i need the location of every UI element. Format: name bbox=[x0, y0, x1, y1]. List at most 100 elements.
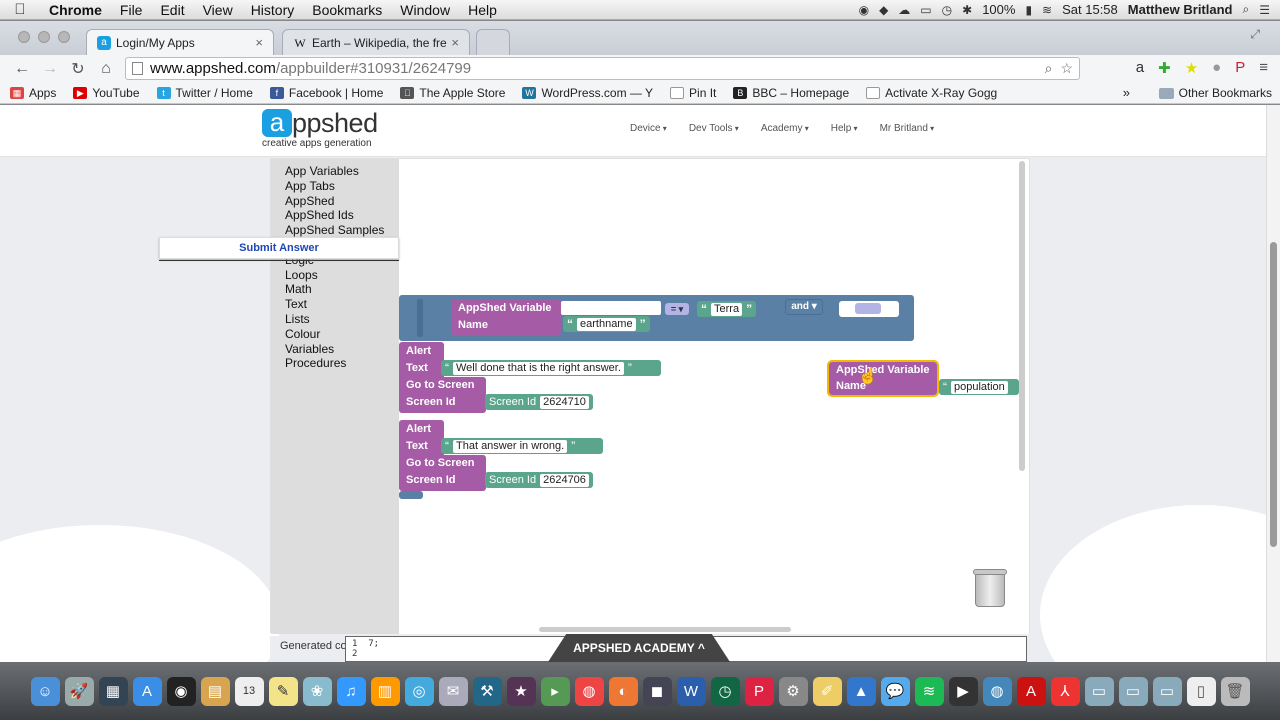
text-block-terra[interactable]: “ Terra” bbox=[697, 301, 757, 317]
keynote-icon[interactable]: ▲ bbox=[846, 676, 876, 706]
documents-folder-icon[interactable]: ▭ bbox=[1118, 676, 1148, 706]
screen-id-value[interactable]: 2624706 bbox=[540, 473, 589, 487]
text-block-wrong-answer[interactable]: “ That answer in wrong.” bbox=[441, 438, 603, 454]
file-icon[interactable]: ▯ bbox=[1186, 676, 1216, 706]
toolbox-lists[interactable]: Lists bbox=[271, 312, 399, 327]
chrome-menu-icon[interactable]: ≡ bbox=[1259, 59, 1268, 77]
toolbox-colour[interactable]: Colour bbox=[271, 327, 399, 342]
dropbox-icon[interactable]: ◆ bbox=[879, 3, 888, 17]
bookmark-twitter[interactable]: t Twitter / Home bbox=[156, 86, 253, 100]
nav-dev-tools[interactable]: Dev Tools bbox=[689, 123, 739, 134]
downloads-folder-icon[interactable]: ▭ bbox=[1084, 676, 1114, 706]
menu-history[interactable]: History bbox=[242, 2, 304, 18]
safari-icon[interactable]: ◎ bbox=[404, 676, 434, 706]
user-profile-icon[interactable]: ● bbox=[1212, 59, 1221, 77]
menu-help[interactable]: Help bbox=[459, 2, 506, 18]
text-value[interactable]: Terra bbox=[711, 302, 743, 316]
word-icon[interactable]: W bbox=[676, 676, 706, 706]
alert-block[interactable]: Alert Text bbox=[399, 342, 444, 382]
back-arrow-icon[interactable]: ← bbox=[8, 60, 36, 78]
dashboard-icon[interactable]: ◉ bbox=[166, 676, 196, 706]
pages-icon[interactable]: ✐ bbox=[812, 676, 842, 706]
bookmark-wordpress[interactable]: W WordPress.com — Y bbox=[522, 86, 653, 100]
toolbox-appshed-samples[interactable]: AppShed Samples bbox=[271, 223, 399, 238]
text-value[interactable]: earthname bbox=[577, 317, 636, 331]
blocks-workspace[interactable]: AppShed Variable Name “earthname” = ▾ “T… bbox=[399, 159, 1029, 634]
workspace-vertical-scrollbar[interactable] bbox=[1019, 161, 1025, 471]
calendar-icon[interactable]: 13 bbox=[234, 676, 264, 706]
amazon-icon[interactable]: a bbox=[1136, 59, 1144, 77]
toolbox-app-tabs[interactable]: App Tabs bbox=[271, 179, 399, 194]
screen-id-block-wrong[interactable]: Screen Id 2624706 bbox=[485, 472, 593, 488]
text-block-population[interactable]: “ population bbox=[939, 379, 1019, 395]
more-bookmarks-icon[interactable]: » bbox=[1123, 85, 1130, 100]
imovie-icon[interactable]: ★ bbox=[506, 676, 536, 706]
menu-window[interactable]: Window bbox=[391, 2, 459, 18]
menu-file[interactable]: File bbox=[111, 2, 152, 18]
trash-can-icon[interactable] bbox=[973, 569, 1007, 607]
applications-folder-icon[interactable]: ▭ bbox=[1152, 676, 1182, 706]
bookmark-facebook[interactable]: f Facebook | Home bbox=[269, 86, 383, 100]
toolbox-variables[interactable]: Variables bbox=[271, 342, 399, 357]
network-icon[interactable]: ◍ bbox=[982, 676, 1012, 706]
appshed-logo[interactable]: a ppshed creative apps generation bbox=[262, 109, 378, 149]
menu-edit[interactable]: Edit bbox=[151, 2, 193, 18]
spotlight-search-icon[interactable]: ⌕ bbox=[1243, 2, 1250, 17]
workspace-horizontal-scrollbar[interactable] bbox=[539, 627, 791, 632]
close-tab-icon[interactable]: × bbox=[255, 35, 263, 50]
bookmark-bbc[interactable]: B BBC – Homepage bbox=[733, 86, 849, 100]
time-machine-icon[interactable]: ◷ bbox=[710, 676, 740, 706]
bookmark-youtube[interactable]: ▶ YouTube bbox=[73, 86, 140, 100]
pinterest-icon[interactable]: P bbox=[1235, 59, 1245, 77]
toolbox-math[interactable]: Math bbox=[271, 282, 399, 297]
screen-id-block-right[interactable]: Screen Id 2624710 bbox=[485, 394, 593, 410]
toolbox-text[interactable]: Text bbox=[271, 297, 399, 312]
bookmark-xray-goggles[interactable]: Activate X-Ray Gogg bbox=[866, 86, 997, 100]
text-value[interactable]: population bbox=[951, 380, 1008, 394]
time-machine-icon[interactable]: ◷ bbox=[942, 3, 952, 17]
firefox-icon[interactable]: ◐ bbox=[608, 676, 638, 706]
dvd-player-icon[interactable]: ◼ bbox=[642, 676, 672, 706]
nav-device[interactable]: Device bbox=[630, 123, 667, 134]
nav-help[interactable]: Help bbox=[831, 123, 858, 134]
terminal-icon[interactable]: ▶ bbox=[948, 676, 978, 706]
compare-operator-dropdown[interactable]: = ▾ bbox=[665, 303, 689, 315]
tab-earth-wikipedia[interactable]: W Earth – Wikipedia, the free × bbox=[282, 29, 470, 55]
menubar-clock[interactable]: Sat 15:58 bbox=[1062, 2, 1118, 17]
and-operator-dropdown[interactable]: and ▾ bbox=[785, 299, 823, 315]
toolbox-procedures[interactable]: Procedures bbox=[271, 356, 399, 371]
toolbox-loops[interactable]: Loops bbox=[271, 268, 399, 283]
bookmark-pin-it[interactable]: Pin It bbox=[670, 86, 716, 100]
acrobat-icon[interactable]: A bbox=[1016, 676, 1046, 706]
other-bookmarks[interactable]: Other Bookmarks bbox=[1158, 86, 1272, 100]
messages-icon[interactable]: 💬 bbox=[880, 676, 910, 706]
extension-icon[interactable]: ✚ bbox=[1158, 59, 1171, 77]
menu-chrome[interactable]: Chrome bbox=[40, 2, 111, 18]
finder-icon[interactable]: ☺ bbox=[30, 676, 60, 706]
wifi-icon[interactable]: ≋ bbox=[1042, 3, 1052, 17]
toolbox-app-variables[interactable]: App Variables bbox=[271, 164, 399, 179]
close-tab-icon[interactable]: × bbox=[451, 35, 459, 50]
notification-center-icon[interactable]: ☰ bbox=[1259, 3, 1270, 17]
cloud-icon[interactable]: ☁ bbox=[898, 3, 910, 17]
go-to-screen-block[interactable]: Go to Screen Screen Id bbox=[399, 377, 486, 413]
empty-compare-block[interactable] bbox=[839, 301, 899, 317]
text-value[interactable]: Well done that is the right answer. bbox=[453, 361, 624, 375]
bluetooth-icon[interactable]: ✱ bbox=[962, 3, 972, 17]
mission-control-icon[interactable]: ▦ bbox=[98, 676, 128, 706]
adobe-reader-icon[interactable]: ⅄ bbox=[1050, 676, 1080, 706]
search-icon[interactable]: ⌕ bbox=[1045, 60, 1053, 77]
submit-answer-button[interactable]: Submit Answer bbox=[159, 237, 399, 259]
toolbox-appshed-ids[interactable]: AppShed Ids bbox=[271, 208, 399, 223]
powerpoint-icon[interactable]: P bbox=[744, 676, 774, 706]
nav-user[interactable]: Mr Britland bbox=[880, 123, 935, 134]
chrome-icon[interactable]: ◍ bbox=[574, 676, 604, 706]
zoom-window-button[interactable] bbox=[58, 31, 70, 43]
alert-block[interactable]: Alert Text bbox=[399, 420, 444, 460]
page-scrollbar[interactable] bbox=[1266, 105, 1280, 662]
system-preferences-icon[interactable]: ⚙ bbox=[778, 676, 808, 706]
floating-appshed-variable-block[interactable]: AppShed Variable Name bbox=[827, 360, 939, 397]
bookmark-apps[interactable]: ▦ Apps bbox=[10, 86, 56, 100]
fullscreen-icon[interactable]: ⤢ bbox=[1250, 27, 1260, 42]
bookmark-star-icon[interactable]: ☆ bbox=[1060, 60, 1073, 77]
